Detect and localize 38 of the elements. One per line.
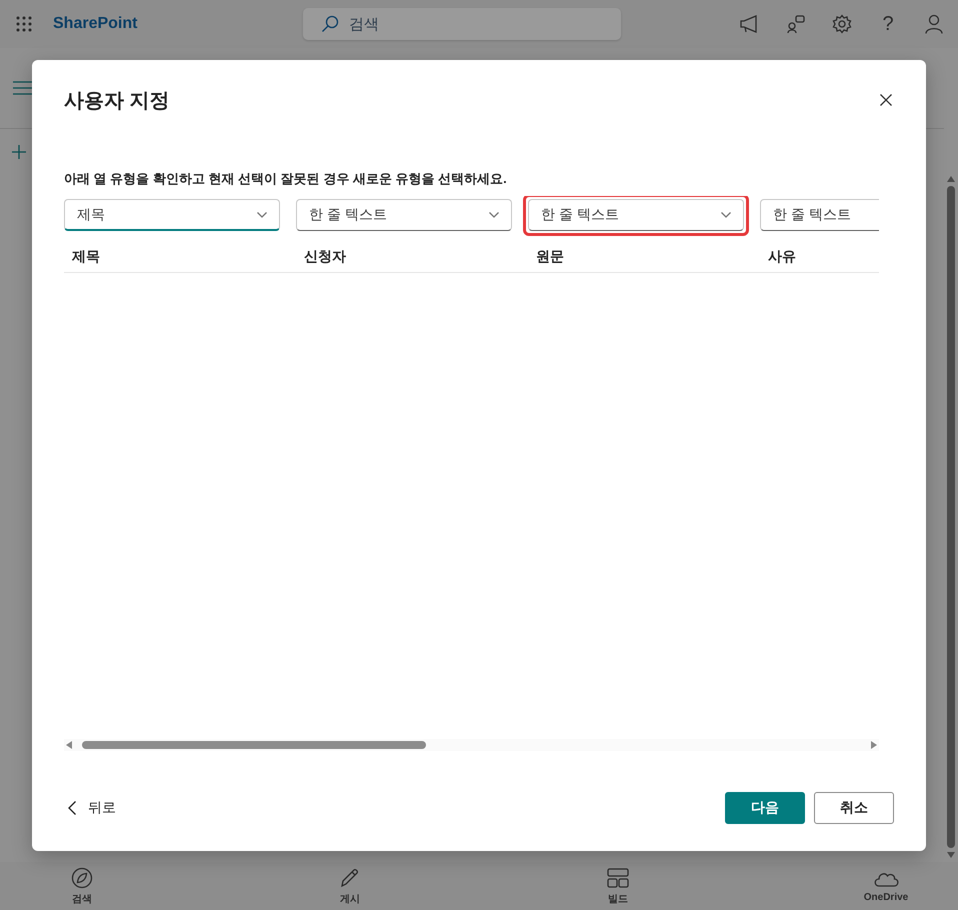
- next-button[interactable]: 다음: [725, 792, 805, 824]
- pen-icon[interactable]: [339, 866, 361, 888]
- column-header: 원문: [535, 247, 565, 266]
- feedback-icon[interactable]: [786, 14, 806, 34]
- plus-icon[interactable]: [12, 145, 26, 159]
- column-type-dropdown[interactable]: 제목: [64, 199, 280, 231]
- close-icon: [880, 94, 892, 106]
- instruction-text: 아래 열 유형을 확인하고 현재 선택이 잘못된 경우 새로운 유형을 선택하세요.: [64, 170, 508, 188]
- search-field[interactable]: 검색: [303, 8, 621, 40]
- menu-icon[interactable]: [13, 80, 33, 96]
- settings-icon[interactable]: [832, 14, 852, 34]
- app-name[interactable]: SharePoint: [53, 15, 303, 33]
- chevron-left-icon: [68, 801, 76, 815]
- chevron-down-icon: [489, 212, 499, 218]
- help-icon[interactable]: ?: [878, 12, 898, 36]
- profile-icon[interactable]: [924, 14, 944, 34]
- chevron-down-icon: [257, 212, 267, 218]
- column-type-dropdown[interactable]: 한 줄 텍스트: [760, 199, 879, 231]
- back-button[interactable]: 뒤로: [64, 799, 116, 817]
- column-header: 제목: [70, 247, 101, 266]
- cancel-button[interactable]: 취소: [814, 792, 894, 824]
- app-launcher-icon[interactable]: [15, 15, 33, 33]
- nav-label[interactable]: OneDrive: [864, 892, 908, 903]
- dialog-title: 사용자 지정: [64, 88, 171, 114]
- layout-icon[interactable]: [606, 866, 630, 888]
- close-button[interactable]: [880, 94, 892, 106]
- horizontal-scrollbar[interactable]: [64, 739, 879, 751]
- nav-label[interactable]: 빌드: [608, 892, 628, 906]
- compass-icon[interactable]: [71, 866, 93, 888]
- column-type-dropdown[interactable]: 한 줄 텍스트: [296, 199, 512, 231]
- search-icon: [321, 15, 339, 33]
- column-header: 신청자: [303, 247, 347, 266]
- nav-label[interactable]: 검색: [72, 892, 92, 906]
- search-placeholder: 검색: [349, 14, 379, 34]
- column-type-dropdown[interactable]: 한 줄 텍스트: [528, 199, 744, 231]
- chevron-down-icon: [721, 212, 731, 218]
- nav-label[interactable]: 게시: [340, 892, 360, 906]
- column-header: 사유: [767, 247, 797, 266]
